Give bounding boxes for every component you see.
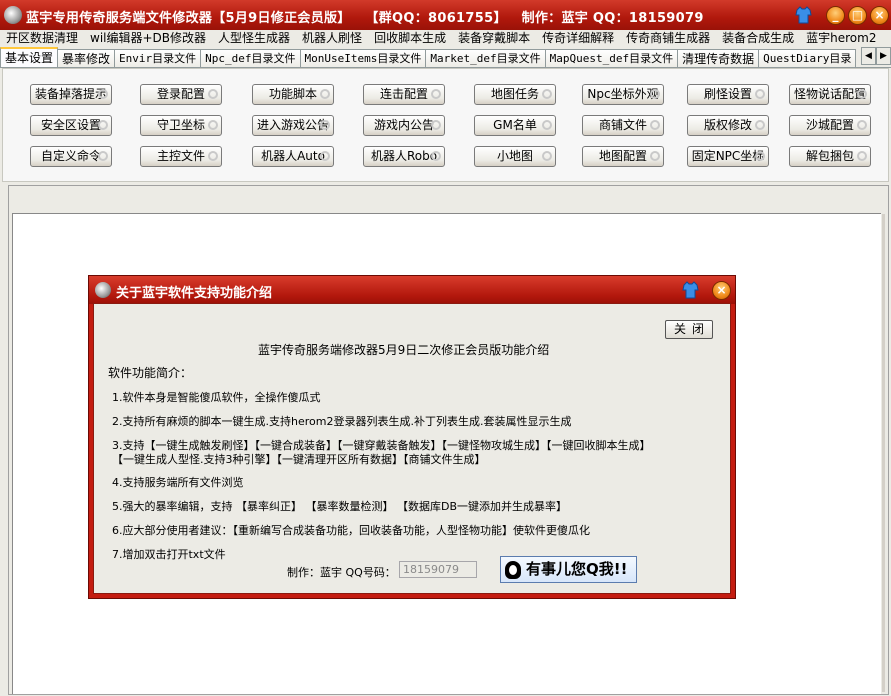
author-info: 制作：蓝宇 QQ：18159079 [521, 11, 704, 26]
menu-item-robot-spawn[interactable]: 机器人刷怪 [302, 30, 362, 47]
maximize-button[interactable]: □ [848, 6, 867, 25]
feature-line-2: 2.支持所有麻烦的脚本一键生成.支持herom2登录器列表生成.补丁列表生成.套… [112, 415, 572, 428]
dialog-close-x-button[interactable]: × [712, 281, 731, 300]
custom-command-button[interactable]: 自定义命令 [30, 146, 112, 167]
safe-zone-button[interactable]: 安全区设置 [30, 115, 112, 136]
tab-market-def[interactable]: Market_def目录文件 [425, 49, 546, 67]
menu-item-explanation[interactable]: 传奇详细解释 [542, 30, 614, 47]
qq-label: 制作：蓝宇 QQ号码： [287, 566, 396, 579]
qq-contact-button[interactable]: 有事儿您Q我!! [500, 556, 637, 583]
dialog-skin-shirt-icon[interactable] [682, 281, 699, 299]
gm-list-button[interactable]: GM名单 [474, 115, 556, 136]
ingame-notice-button[interactable]: 游戏内公告 [363, 115, 445, 136]
dialog-intro: 软件功能简介： [108, 366, 193, 380]
dialog-app-icon [95, 282, 111, 298]
tab-envir[interactable]: Envir目录文件 [114, 49, 202, 67]
menu-item-wil-editor[interactable]: wil编辑器+DB修改器 [90, 30, 206, 47]
qq-number-field[interactable]: 18159079 [399, 561, 477, 578]
monster-spawn-button[interactable]: 刷怪设置 [687, 84, 769, 105]
dialog-title-bar: 关于蓝宇软件支持功能介绍 × [89, 276, 735, 304]
feature-line-4: 4.支持服务端所有文件浏览 [112, 476, 244, 489]
combo-config-button[interactable]: 连击配置 [363, 84, 445, 105]
tab-monuseitems[interactable]: MonUseItems目录文件 [299, 49, 427, 67]
tab-basic-settings[interactable]: 基本设置 [0, 47, 59, 67]
dialog-title: 关于蓝宇软件支持功能介绍 [116, 286, 273, 301]
qq-penguin-icon [505, 561, 521, 579]
tab-scroll-right-button[interactable]: ▶ [876, 47, 891, 65]
feature-line-6: 6.应大部分使用者建议：【重新编写合成装备功能，回收装备功能，人型怪物功能】使软… [112, 524, 590, 537]
feature-line-5: 5.强大的暴率编辑，支持 【暴率纠正】 【暴率数量检测】 【数据库DB一键添加并… [112, 500, 567, 513]
tab-bar: 基本设置 暴率修改 Envir目录文件 Npc_def目录文件 MonUseItems目… [0, 47, 891, 68]
app-name: 蓝宇专用传奇服务端文件修改器【5月9日修正会员版】 [26, 11, 351, 26]
skin-shirt-icon[interactable] [795, 6, 812, 24]
login-config-button[interactable]: 登录配置 [140, 84, 222, 105]
about-dialog: 关于蓝宇软件支持功能介绍 × 关闭 蓝宇传奇服务端修改器5月9日二次修正会员版功… [88, 275, 736, 599]
guard-coord-button[interactable]: 守卫坐标 [140, 115, 222, 136]
feature-line-7: 7.增加双击打开txt文件 [112, 548, 226, 561]
unpack-pack-button[interactable]: 解包捆包 [789, 146, 871, 167]
tab-questdiary[interactable]: QuestDiary目录 [758, 49, 857, 67]
map-quest-button[interactable]: 地图任务 [474, 84, 556, 105]
menu-item-shop-generator[interactable]: 传奇商铺生成器 [626, 30, 710, 47]
map-config-button[interactable]: 地图配置 [582, 146, 664, 167]
tab-npc-def[interactable]: Npc_def目录文件 [200, 49, 301, 67]
enter-notice-button[interactable]: 进入游戏公告 [252, 115, 334, 136]
group-qq: 【群QQ：8061755】 [365, 11, 507, 26]
drop-tip-button[interactable]: 装备掉落提示 [30, 84, 112, 105]
monster-speech-button[interactable]: 怪物说话配置 [789, 84, 871, 105]
menu-item-herom2[interactable]: 蓝宇herom2 [806, 30, 876, 47]
feature-line-3b: 【一键生成人型怪.支持3种引擎】【一键清理开区所有数据】【商铺文件生成】 [112, 453, 486, 466]
dialog-heading: 蓝宇传奇服务端修改器5月9日二次修正会员版功能介绍 [258, 343, 550, 357]
fixed-npc-button[interactable]: 固定NPC坐标 [687, 146, 769, 167]
menu-item-equip-script[interactable]: 装备穿戴脚本 [458, 30, 530, 47]
menu-item-compose-generator[interactable]: 装备合成生成 [722, 30, 794, 47]
window-title: 蓝宇专用传奇服务端文件修改器【5月9日修正会员版】 【群QQ：8061755】 … [26, 7, 714, 26]
tab-scroll-left-button[interactable]: ◀ [861, 47, 876, 65]
main-control-button[interactable]: 主控文件 [140, 146, 222, 167]
robot-auto-button[interactable]: 机器人Auto [252, 146, 334, 167]
tab-drop-rate[interactable]: 暴率修改 [57, 49, 116, 67]
castle-config-button[interactable]: 沙城配置 [789, 115, 871, 136]
app-icon [4, 6, 22, 24]
feature-line-1: 1.软件本身是智能傻瓜软件，全操作傻瓜式 [112, 391, 321, 404]
menu-item-recycle-script[interactable]: 回收脚本生成 [374, 30, 446, 47]
title-bar: 蓝宇专用传奇服务端文件修改器【5月9日修正会员版】 【群QQ：8061755】 … [0, 0, 891, 30]
tab-clean-data[interactable]: 清理传奇数据 [677, 49, 760, 67]
minimap-button[interactable]: 小地图 [474, 146, 556, 167]
npc-appearance-button[interactable]: Npc坐标外观 [582, 84, 664, 105]
shop-file-button[interactable]: 商铺文件 [582, 115, 664, 136]
menu-item-humanoid-monster[interactable]: 人型怪生成器 [218, 30, 290, 47]
copyright-button[interactable]: 版权修改 [687, 115, 769, 136]
close-dialog-button[interactable]: 关闭 [665, 320, 713, 339]
divider [882, 214, 885, 692]
qq-contact-label: 有事儿您Q我!! [526, 560, 628, 578]
dialog-body: 关闭 蓝宇传奇服务端修改器5月9日二次修正会员版功能介绍 软件功能简介： 1.软… [93, 303, 731, 594]
menu-bar: 开区数据清理 wil编辑器+DB修改器 人型怪生成器 机器人刷怪 回收脚本生成 装备穿戴脚… [0, 30, 891, 47]
minimize-button[interactable]: _ [826, 6, 845, 25]
function-script-button[interactable]: 功能脚本 [252, 84, 334, 105]
menu-item-clear-data[interactable]: 开区数据清理 [6, 30, 78, 47]
close-button[interactable]: × [870, 6, 889, 25]
robot-robo-button[interactable]: 机器人Robo [363, 146, 445, 167]
tab-mapquest-def[interactable]: MapQuest_def目录文件 [544, 49, 679, 67]
